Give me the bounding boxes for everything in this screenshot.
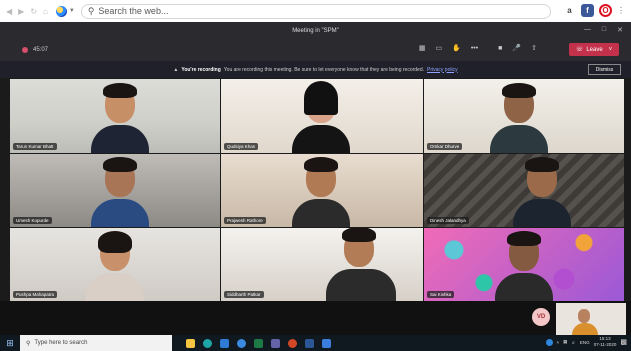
participant-video (495, 229, 553, 301)
video-tile[interactable]: Prajwesh Rathore (221, 154, 423, 227)
participant-video (490, 81, 548, 153)
facebook-icon[interactable]: f (581, 4, 594, 17)
share-screen-icon[interactable]: ⇧ (531, 44, 537, 52)
video-tile[interactable]: Umesh Kopurde (10, 154, 220, 227)
banner-lead: You're recording (181, 66, 221, 73)
edge-icon[interactable] (203, 338, 212, 348)
leave-label: Leave (586, 46, 603, 53)
excel-icon[interactable] (254, 338, 263, 348)
minimize-icon[interactable]: — (584, 26, 591, 34)
file-explorer-icon[interactable] (186, 338, 195, 348)
warning-icon: ▲ (173, 66, 179, 73)
camera-icon[interactable]: ■ (498, 45, 502, 52)
window-title: Meeting in "SPM" (292, 27, 339, 34)
video-tile[interactable]: Pushpa Mahapatra (10, 228, 220, 301)
video-tile[interactable]: Dinesh Jalandhya (424, 154, 624, 227)
participant-video (86, 229, 144, 301)
participant-video (326, 228, 396, 301)
recording-indicator-icon (22, 47, 28, 53)
meeting-toolbar: 45:07 ▦ ▭ ✋ ••• ■ 🎤 ⇧ ☏ Leave ˅ (0, 39, 631, 61)
back-icon[interactable]: ◀ (6, 7, 12, 16)
privacy-policy-link[interactable]: Privacy policy (427, 67, 458, 73)
participant-name: Qudsiya Khan (224, 143, 259, 150)
microphone-icon[interactable]: 🎤 (512, 44, 521, 52)
avatar[interactable]: VD (532, 308, 550, 326)
chevron-down-icon[interactable]: ▼ (69, 8, 75, 14)
forward-icon[interactable]: ▶ (18, 7, 24, 16)
video-tile[interactable]: Qudsiya Khan (221, 79, 423, 153)
participant-video (91, 81, 149, 153)
meeting-footer: VD (0, 301, 631, 335)
window-controls: — □ ✕ (584, 26, 623, 34)
home-icon[interactable]: ⌂ (43, 7, 48, 16)
app-icon[interactable] (322, 338, 331, 348)
teams-icon[interactable] (271, 338, 280, 348)
participant-name: Siddharth Patkar (224, 291, 264, 298)
maximize-icon[interactable]: □ (602, 26, 606, 34)
system-tray: ˄ ▦ ♬ ENG 15:13 07-11-2020 ▩ (545, 336, 627, 348)
taskbar-search-placeholder: Type here to search (34, 340, 88, 346)
search-placeholder: Search the web... (98, 6, 169, 16)
language-indicator[interactable]: ENG (580, 340, 590, 345)
dismiss-button[interactable]: Dismiss (588, 64, 621, 75)
browser-extensions: a f O ⋮ (563, 4, 625, 17)
participants-icon[interactable]: ▦ (419, 44, 426, 52)
chat-icon[interactable]: ▭ (435, 44, 442, 52)
opera-icon[interactable]: O (599, 4, 612, 17)
search-icon: ⚲ (26, 340, 31, 347)
taskbar: ⊞ ⚲ Type here to search ˄ ▦ ♬ ENG 15:13 … (0, 335, 631, 351)
participant-name: Umesh Kopurde (13, 217, 52, 224)
phone-icon: ☏ (575, 47, 584, 53)
leave-button[interactable]: ☏ Leave ˅ (569, 43, 619, 56)
browser-nav: ◀ ▶ ↻ ⌂ (6, 7, 48, 16)
video-tile[interactable]: Tarun Kumar Bhatt (10, 79, 220, 153)
chrome-icon[interactable] (237, 338, 246, 348)
powerpoint-icon[interactable] (288, 338, 297, 348)
video-tile[interactable]: Omkar Dhurve (424, 79, 624, 153)
chevron-up-icon[interactable]: ˄ (557, 340, 560, 345)
search-icon: ⚲ (87, 5, 95, 16)
clock[interactable]: 15:13 07-11-2020 (594, 336, 617, 348)
participant-video (292, 81, 350, 153)
menu-icon[interactable]: ⋮ (617, 6, 625, 15)
account-icon[interactable]: a (563, 4, 576, 17)
raise-hand-icon[interactable]: ✋ (452, 44, 461, 52)
participant-name: Sai Kishka (427, 291, 455, 298)
taskbar-apps (186, 338, 331, 348)
chevron-down-icon[interactable]: ˅ (609, 47, 613, 53)
taskbar-search-input[interactable]: ⚲ Type here to search (20, 335, 172, 351)
video-tile[interactable]: Sai Kishka (424, 228, 624, 301)
meeting-timer: 45:07 (33, 47, 49, 53)
close-icon[interactable]: ✕ (617, 26, 623, 34)
reload-icon[interactable]: ↻ (30, 7, 37, 16)
video-grid: Tarun Kumar Bhatt Qudsiya Khan Omkar Dhu… (10, 79, 624, 301)
browser-search-input[interactable]: ⚲ Search the web... (80, 3, 551, 19)
participant-video (513, 155, 571, 227)
more-actions-icon[interactable]: ••• (471, 45, 478, 52)
word-icon[interactable] (305, 338, 314, 348)
browser-toolbar: ◀ ▶ ↻ ⌂ ▼ ⚲ Search the web... a f O ⋮ (0, 0, 631, 22)
recording-banner: ▲ You're recording You are recording thi… (0, 61, 631, 78)
network-icon[interactable]: ▦ (563, 339, 567, 345)
meeting-controls: ▦ ▭ ✋ ••• ■ 🎤 ⇧ (419, 44, 537, 53)
participant-video (91, 155, 149, 227)
participant-video (292, 155, 350, 227)
clock-date: 07-11-2020 (593, 342, 617, 347)
self-video[interactable] (556, 303, 626, 335)
window-titlebar: Meeting in "SPM" — □ ✕ (0, 22, 631, 39)
notifications-icon[interactable]: ▩ (620, 338, 627, 346)
participant-name: Dinesh Jalandhya (427, 217, 469, 224)
teams-tray-icon[interactable] (545, 338, 553, 346)
participant-name: Omkar Dhurve (427, 143, 463, 150)
windows-start-icon[interactable]: ⊞ (0, 335, 20, 351)
store-icon[interactable] (220, 338, 229, 348)
participant-name: Prajwesh Rathore (224, 217, 266, 224)
participant-name: Tarun Kumar Bhatt (13, 143, 57, 150)
volume-icon[interactable]: ♬ (571, 340, 576, 345)
browser-logo-icon[interactable] (55, 5, 67, 17)
banner-message: You are recording this meeting. Be sure … (223, 66, 425, 73)
participant-name: Pushpa Mahapatra (13, 291, 58, 298)
video-tile[interactable]: Siddharth Patkar (221, 228, 423, 301)
